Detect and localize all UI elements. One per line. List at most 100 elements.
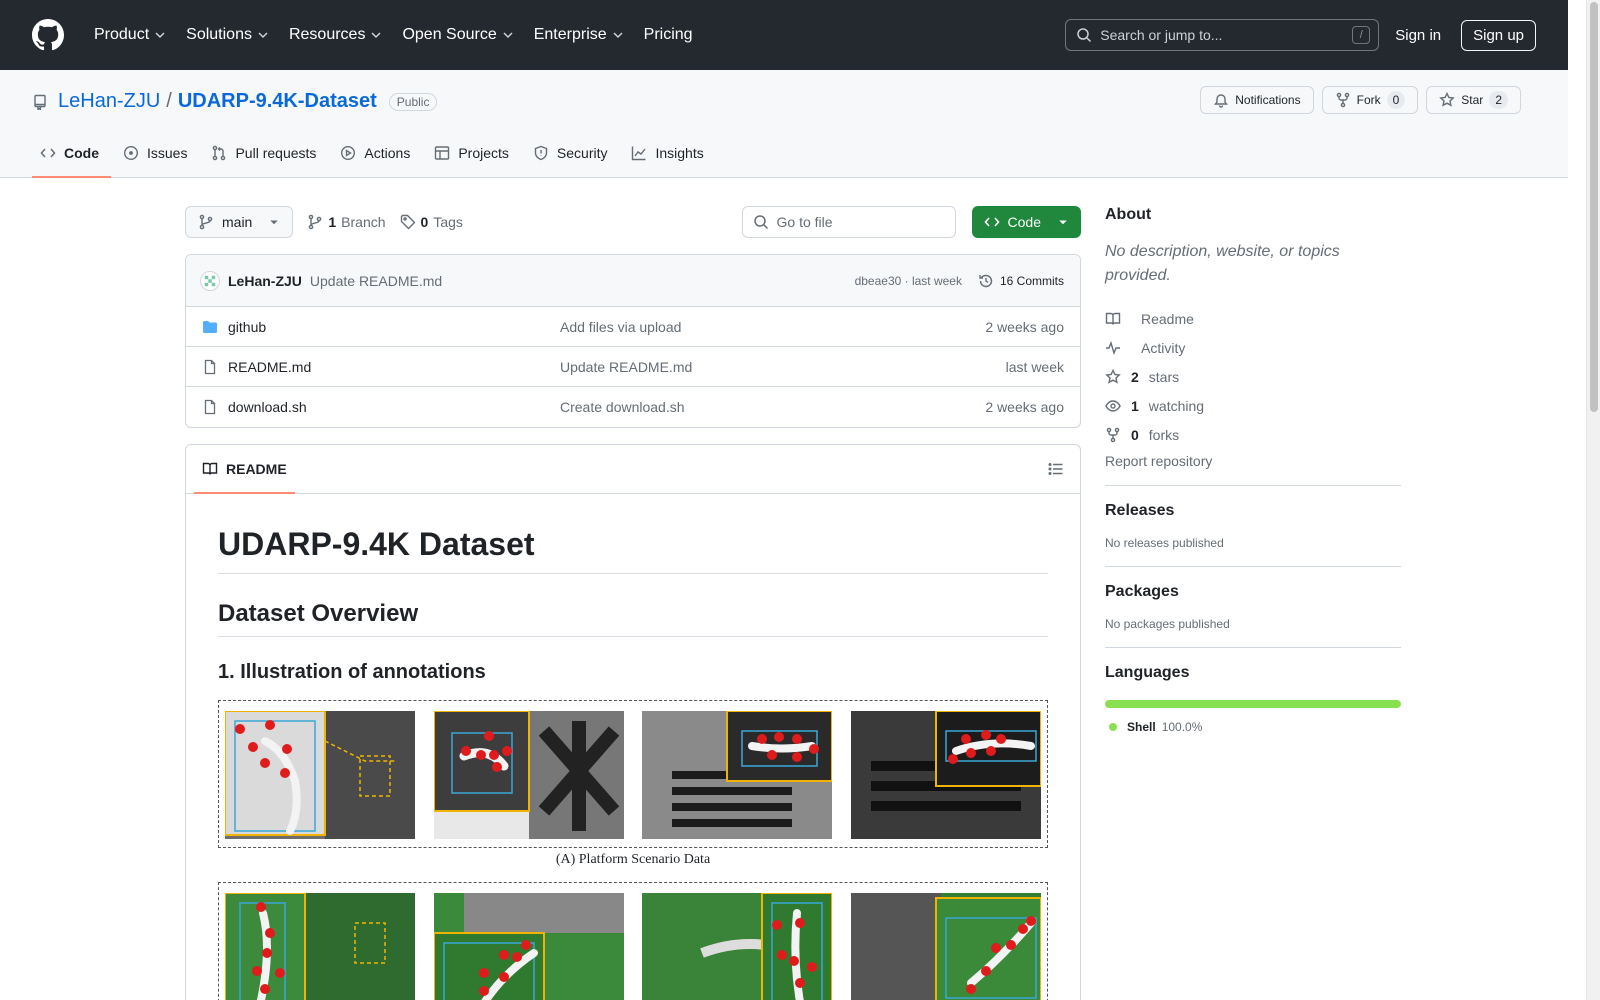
sign-in-link[interactable]: Sign in [1395,27,1441,44]
file-commit-link[interactable]: Add files via upload [560,319,681,335]
figure-caption: (A) Platform Scenario Data [555,852,711,867]
tab-label: Projects [458,145,509,161]
tab-label: Actions [364,145,411,161]
forks-link[interactable]: 0 forks [1105,420,1401,449]
language-bar [1105,700,1401,708]
table-of-contents-button[interactable] [1040,453,1072,485]
star-icon [1105,368,1121,384]
fork-icon [1336,92,1349,108]
pulse-icon [1106,340,1120,355]
global-search-input[interactable]: Search or jump to... / [1065,19,1380,51]
page-scrollbar[interactable] [1586,0,1600,1000]
notifications-button[interactable]: Notifications [1200,86,1314,114]
commit-author-link[interactable]: LeHan-ZJU [228,273,302,289]
stars-link[interactable]: 2 stars [1105,362,1401,391]
report-repository-link[interactable]: Report repository [1105,453,1401,469]
go-to-file-input[interactable]: Go to file [741,206,956,238]
item-label: Activity [1141,339,1186,356]
chevron-down-icon [371,32,381,39]
list-icon [1048,463,1063,475]
nav-pricing[interactable]: Pricing [636,20,701,50]
tab-pull-requests[interactable]: Pull requests [203,136,328,178]
nav-solutions[interactable]: Solutions [178,20,277,50]
language-item[interactable]: Shell 100.0% [1105,720,1401,734]
tab-security[interactable]: Security [525,136,620,178]
releases-section: Releases No releases published [1105,485,1401,550]
latest-commit-row: LeHan-ZJU Update README.md dbeae30 · las… [186,255,1080,307]
nav-resources[interactable]: Resources [281,20,390,50]
annotation-photo [225,711,415,839]
nav-product[interactable]: Product [86,20,174,50]
item-count: 1 [1131,397,1139,414]
file-name-link[interactable]: download.sh [228,399,560,415]
tab-label: Code [64,145,99,161]
global-header: Product Solutions Resources Open Source … [0,0,1568,70]
readme-heading-annotations: 1. Illustration of annotations [218,661,486,683]
figure-panel-natural [218,882,1048,1000]
file-name-link[interactable]: README.md [228,359,560,375]
readme-header: README [186,445,1080,494]
language-name: Shell [1127,720,1156,734]
branch-count: 1 [328,214,337,230]
repo-name-link[interactable]: UDARP-9.4K-Dataset [178,90,377,113]
fork-button[interactable]: Fork 0 [1321,86,1419,114]
language-percent: 100.0% [1161,720,1203,734]
branch-icon [309,214,322,230]
bell-icon [1214,94,1229,108]
file-commit-link[interactable]: Create download.sh [560,399,685,415]
identicon-icon [204,275,216,286]
tab-label: Issues [147,145,188,161]
avatar[interactable] [200,270,220,291]
table-row[interactable]: github Add files via upload 2 weeks ago [186,307,1080,347]
item-count: 0 [1131,426,1139,443]
annotation-photo [850,711,1041,839]
nav-label: Pricing [643,26,693,43]
readme-content: UDARP-9.4K Dataset Dataset Overview 1. I… [186,494,1080,1000]
nav-open-source[interactable]: Open Source [394,20,521,50]
code-dropdown-button[interactable]: Code [971,206,1081,238]
tab-code[interactable]: Code [32,136,111,178]
main-nav: Product Solutions Resources Open Source … [86,20,701,50]
branch-select-button[interactable]: main [185,206,294,238]
watchers-link[interactable]: 1 watching [1105,391,1401,420]
chevron-down-icon [613,32,623,39]
table-row[interactable]: download.sh Create download.sh 2 weeks a… [186,387,1080,427]
packages-heading[interactable]: Packages [1105,583,1401,601]
go-to-file-placeholder: Go to file [776,214,833,230]
commit-message-link[interactable]: Update README.md [310,273,442,289]
file-commit-link[interactable]: Update README.md [560,359,692,375]
issue-icon [123,145,139,161]
fork-count: 0 [1386,91,1406,109]
releases-heading[interactable]: Releases [1105,502,1401,520]
nav-enterprise[interactable]: Enterprise [526,20,632,50]
tab-projects[interactable]: Projects [426,136,521,178]
scrollbar-thumb[interactable] [1590,2,1598,412]
table-row[interactable]: README.md Update README.md last week [186,347,1080,387]
book-icon [1105,312,1121,325]
tab-actions[interactable]: Actions [332,136,422,178]
nav-label: Solutions [186,26,252,43]
commits-count-label: 16 Commits [999,273,1064,288]
file-name-link[interactable]: github [228,319,560,335]
readme-tab[interactable]: README [194,445,295,494]
tab-insights[interactable]: Insights [623,136,715,178]
file-time: 2 weeks ago [985,318,1064,335]
commit-hash-time[interactable]: dbeae30 · last week [855,274,962,288]
star-button[interactable]: Star 2 [1426,86,1521,114]
repo-actions: Notifications Fork 0 Star 2 [1200,86,1521,114]
language-color-dot [1109,723,1117,731]
sign-up-button[interactable]: Sign up [1461,19,1536,51]
github-logo-icon[interactable] [32,19,64,51]
commits-history-link[interactable]: 16 Commits [978,273,1064,289]
repo-sidebar: About No description, website, or topics… [1105,206,1401,734]
annotation-photo [433,711,624,839]
repo-title: LeHan-ZJU / UDARP-9.4K-Dataset Public [32,90,438,113]
readme-link[interactable]: Readme [1105,304,1401,333]
repo-owner-link[interactable]: LeHan-ZJU [58,90,160,113]
annotation-photo [642,711,833,839]
branches-link[interactable]: 1 Branch [307,214,386,230]
tags-link[interactable]: 0 Tags [400,214,463,230]
annotation-figure: (A) Platform Scenario Data [218,700,1048,1000]
tab-issues[interactable]: Issues [115,136,199,178]
activity-link[interactable]: Activity [1105,333,1401,362]
